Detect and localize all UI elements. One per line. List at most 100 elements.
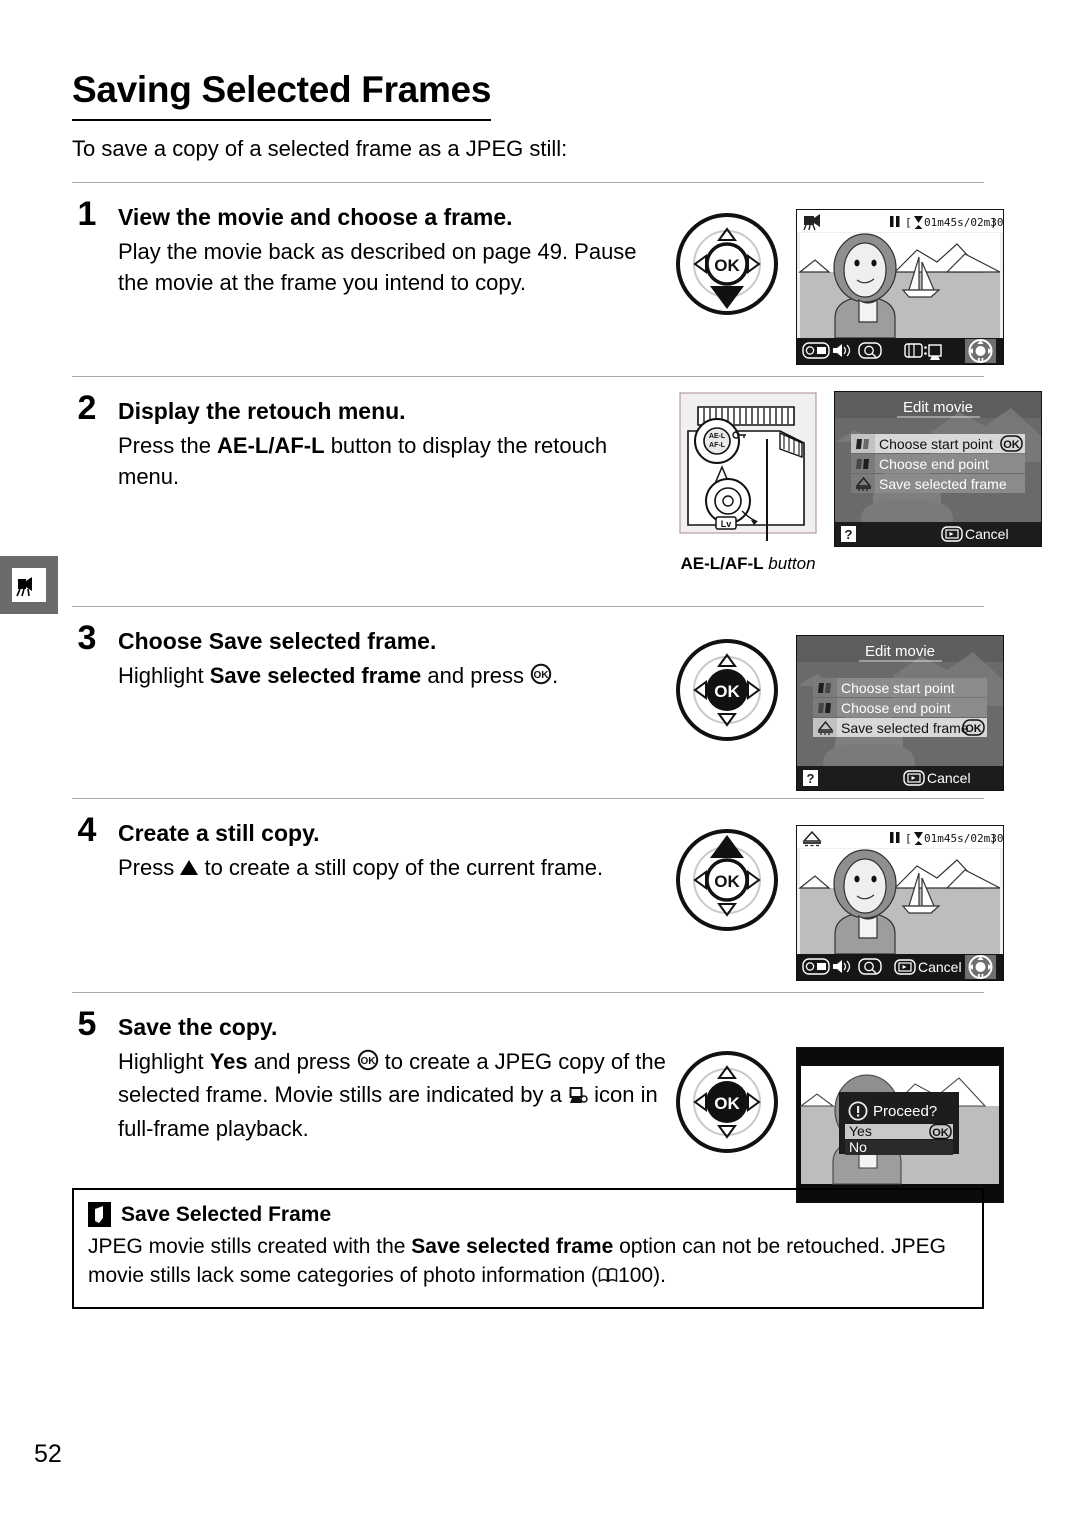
menu-item-label: Save selected frame (841, 720, 969, 736)
step-body: Highlight Save selected frame and press … (118, 660, 672, 693)
movie-camera-icon (12, 568, 46, 602)
step-body: Highlight Yes and press OK to create a J… (118, 1046, 672, 1145)
step-number: 1 (77, 195, 97, 233)
page-title: Saving Selected Frames (72, 70, 491, 121)
step-body-pre: Press the (118, 432, 218, 458)
svg-text:OK: OK (932, 1127, 949, 1139)
step-body-end: . (552, 662, 559, 688)
svg-text:OK: OK (714, 682, 740, 701)
step-body-pre: Highlight (118, 662, 210, 688)
multi-selector-ok-2: OK (672, 1047, 782, 1162)
page-header: Saving Selected Frames To save a copy of… (72, 70, 984, 164)
svg-text:[: [ (905, 216, 912, 229)
save-selected-frame-name: Save selected frame (209, 662, 422, 688)
question-mark-icon: ? (803, 770, 818, 786)
svg-text:OK: OK (714, 256, 740, 275)
manual-page: Saving Selected Frames To save a copy of… (0, 0, 1080, 1529)
multi-selector-up: OK (672, 825, 782, 940)
step-title-post: . (429, 628, 437, 654)
step-body-pre: Highlight (118, 1048, 210, 1074)
camera-body-figure: AE-L AF-L Lv AE-L/AF-L button (672, 391, 824, 574)
svg-text:Lv: Lv (721, 519, 732, 529)
lcd-menu-title-2: Edit movie (865, 643, 935, 660)
page-number: 52 (34, 1440, 62, 1468)
book-icon (598, 1264, 618, 1293)
lcd-screen-edit-movie-2: Edit movie Choose start point Choose end… (796, 635, 1004, 791)
ok-badge: OK (962, 719, 985, 736)
pencil-note-icon (88, 1202, 111, 1227)
dialog-option-label: Yes (849, 1123, 872, 1139)
step-title: Display the retouch menu. (118, 398, 406, 424)
up-triangle-icon (180, 859, 199, 875)
step-title: Choose Save selected frame. (118, 628, 436, 656)
lcd-screen-playback-1: [ 01m45s/02m30s ] (796, 209, 1004, 365)
dialog-option-label: No (849, 1139, 867, 1155)
svg-text:[: [ (905, 832, 912, 845)
svg-text:OK: OK (1003, 439, 1020, 451)
step-number: 3 (77, 619, 97, 657)
note-heading: Save Selected Frame (121, 1202, 332, 1226)
lcd-menu-title-1: Edit movie (903, 399, 973, 416)
note-ref-page: 100 (618, 1263, 654, 1287)
multi-selector-down: OK (672, 209, 782, 324)
step-title-pre: Choose (118, 628, 209, 654)
chapter-tab (0, 556, 58, 614)
svg-text:OK: OK (714, 872, 740, 891)
menu-item-label: Choose end point (841, 700, 951, 716)
note-text-bold: Save selected frame (411, 1235, 614, 1258)
step-2: 2 Display the retouch menu. Press the AE… (72, 376, 1042, 574)
step-number: 2 (77, 389, 97, 427)
ok-badge: OK (1000, 435, 1023, 452)
svg-text:]: ] (990, 216, 997, 229)
step-body: Press the AE-L/AF-L button to display th… (118, 430, 672, 492)
lcd-cancel-label-2: Cancel (927, 770, 971, 786)
lcd-cancel-label-3: Cancel (918, 959, 962, 975)
multi-selector-ok: OK (672, 635, 782, 750)
lcd-screen-playback-2: [ 01m45s/02m30s ] Cancel (796, 825, 1004, 981)
ok-button-icon: OK (530, 662, 552, 693)
dialog-title: Proceed? (873, 1103, 937, 1120)
svg-text:AF-L: AF-L (709, 442, 726, 449)
step-5: 5 Save the copy. Highlight Yes and press… (72, 992, 1004, 1203)
menu-item-label: Save selected frame (879, 476, 1007, 492)
yes-option-name: Yes (209, 1048, 248, 1074)
svg-text:?: ? (807, 771, 815, 786)
camera-figure-caption: AE-L/AF-L button (672, 554, 824, 574)
step-3: 3 Choose Save selected frame. Highlight … (72, 606, 1004, 791)
step-title: View the movie and choose a frame. (118, 204, 513, 230)
note-heading-row: Save Selected Frame (88, 1202, 968, 1227)
svg-text:?: ? (845, 527, 853, 542)
menu-item-label: Choose start point (879, 436, 993, 452)
note-box: Save Selected Frame JPEG movie stills cr… (72, 1188, 984, 1309)
menu-item-label: Choose start point (841, 680, 955, 696)
step-title-bold: Save selected frame (208, 628, 430, 654)
step-body-mid: and press (247, 1048, 357, 1074)
step-body: Press to create a still copy of the curr… (118, 852, 672, 883)
note-text-pre: JPEG movie stills created with the (88, 1235, 412, 1258)
note-body: JPEG movie stills created with the Save … (88, 1233, 968, 1293)
step-number: 5 (77, 1005, 97, 1043)
lcd-screen-edit-movie-1: Edit movie Choose start point OK Choose … (834, 391, 1042, 547)
camera-caption-bold: AE-L/AF-L (680, 554, 764, 573)
lcd-screen-proceed-dialog: Proceed? Yes OK No (796, 1047, 1004, 1203)
ok-button-icon: OK (357, 1048, 379, 1079)
step-title: Save the copy. (118, 1014, 278, 1040)
svg-text:OK: OK (360, 1056, 376, 1067)
step-1: 1 View the movie and choose a frame. Pla… (72, 182, 1004, 365)
svg-text:OK: OK (534, 670, 550, 681)
question-mark-icon: ? (841, 526, 856, 542)
step-number: 4 (77, 811, 97, 849)
note-text-end: ). (653, 1263, 666, 1287)
ael-afl-button-name: AE-L/AF-L (217, 432, 325, 458)
step-body-pre: Press (118, 854, 181, 880)
step-body-post: to create a still copy of the current fr… (198, 854, 604, 880)
svg-text:OK: OK (965, 723, 982, 735)
svg-text:]: ] (990, 832, 997, 845)
step-body: Play the movie back as described on page… (118, 238, 637, 295)
lcd-cancel-label-1: Cancel (965, 526, 1009, 542)
step-4: 4 Create a still copy. Press to create a… (72, 798, 1004, 981)
svg-text:OK: OK (714, 1094, 740, 1113)
menu-item-label: Choose end point (879, 456, 989, 472)
svg-text:AE-L: AE-L (709, 433, 726, 440)
intro-text: To save a copy of a selected frame as a … (72, 135, 568, 161)
